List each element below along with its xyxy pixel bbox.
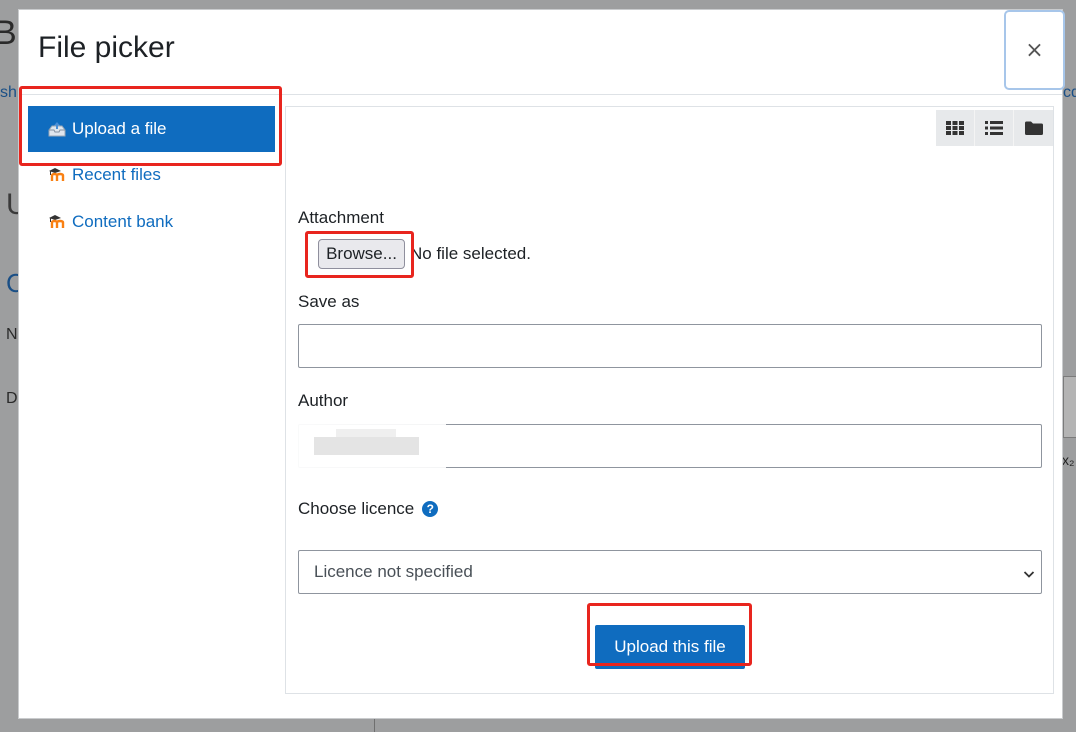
upload-icon xyxy=(48,121,66,137)
bg-text-fragment-d: D xyxy=(6,390,18,407)
close-button[interactable]: × xyxy=(1004,10,1065,90)
bg-editor-icon-fragment: x₂ xyxy=(1062,452,1075,468)
bg-text-fragment-n: N xyxy=(6,326,18,343)
sidebar-item-label: Upload a file xyxy=(72,119,167,138)
bg-link-fragment-left: sh xyxy=(0,84,17,101)
sidebar-item-recent-files[interactable]: Recent files xyxy=(28,152,275,198)
file-picker-dialog: File picker × Upload a file Recent files… xyxy=(18,9,1065,720)
upload-panel: Attachment Browse... No file selected. S… xyxy=(285,106,1054,694)
choose-licence-label: Choose licence? xyxy=(298,499,439,519)
moodle-icon xyxy=(48,214,66,230)
chevron-down-icon xyxy=(1023,565,1035,585)
grid-view-icon[interactable] xyxy=(936,110,975,146)
save-as-field[interactable] xyxy=(298,324,1042,368)
sidebar-item-label: Content bank xyxy=(72,212,174,231)
folder-view-icon[interactable] xyxy=(1014,110,1053,146)
sidebar-item-upload-a-file[interactable]: Upload a file xyxy=(28,106,275,152)
licence-select[interactable]: Licence not specified xyxy=(298,550,1042,594)
sidebar-item-label: Recent files xyxy=(72,165,161,184)
moodle-icon xyxy=(48,167,66,183)
repository-sidebar: Upload a file Recent files Content bank xyxy=(19,95,284,720)
bg-divider-fragment xyxy=(374,718,375,732)
upload-this-file-button[interactable]: Upload this file xyxy=(595,625,745,669)
help-icon[interactable]: ? xyxy=(422,500,439,517)
list-view-icon[interactable] xyxy=(975,110,1014,146)
browse-button[interactable]: Browse... xyxy=(318,239,405,269)
sidebar-item-content-bank[interactable]: Content bank xyxy=(28,199,275,245)
bg-link-fragment-right: cd xyxy=(1063,84,1076,101)
save-as-label: Save as xyxy=(298,292,360,311)
no-file-selected-text: No file selected. xyxy=(410,244,531,263)
author-label: Author xyxy=(298,391,349,410)
licence-selected-value: Licence not specified xyxy=(314,562,473,581)
attachment-label: Attachment xyxy=(298,208,384,227)
view-switcher xyxy=(936,110,1053,146)
choose-licence-text: Choose licence xyxy=(298,499,415,518)
bg-editor-box-fragment xyxy=(1063,376,1076,438)
dialog-title: File picker xyxy=(38,31,175,64)
redacted-author-value xyxy=(296,417,446,473)
